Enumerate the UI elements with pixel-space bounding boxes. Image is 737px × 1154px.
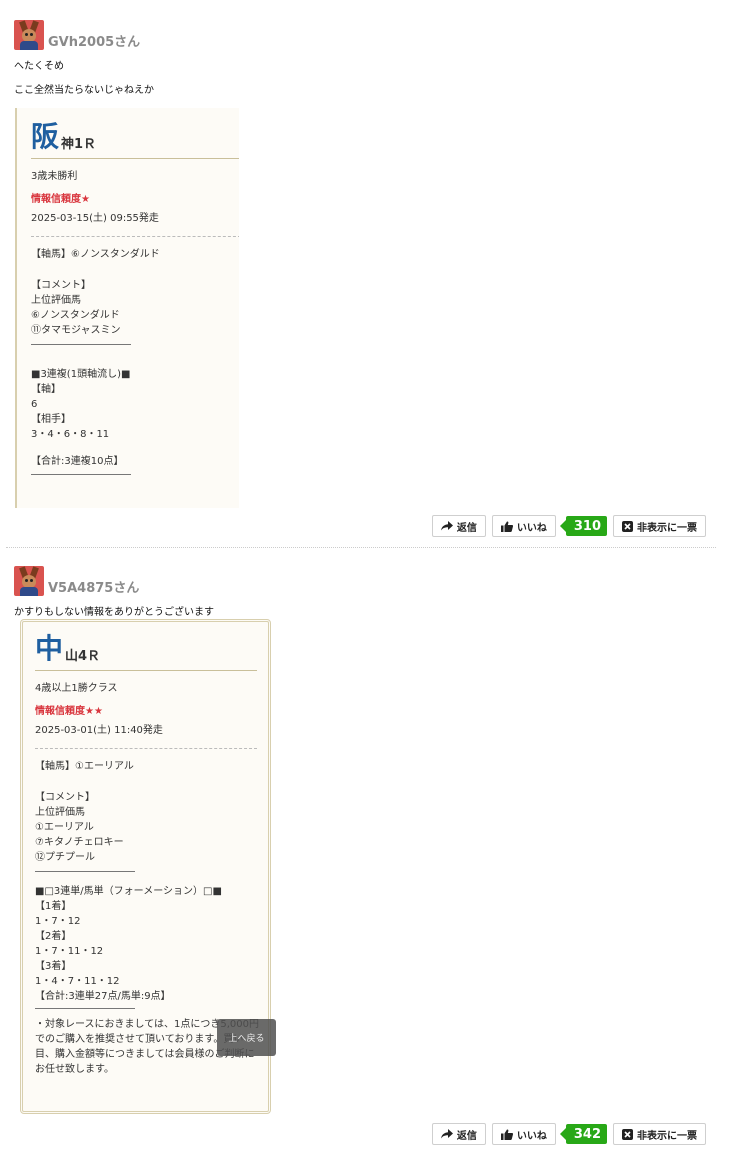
comment-line: 上位評価馬 bbox=[31, 295, 81, 306]
reply-button[interactable]: 返信 bbox=[431, 1123, 486, 1145]
bet-line: ■□3連単/馬単（フォーメーション）□■ bbox=[35, 886, 222, 897]
share-arrow-icon bbox=[440, 1129, 453, 1139]
back-to-top-button[interactable]: 上へ戻る bbox=[217, 1019, 276, 1056]
post-actions: 返信 いいね 342 非表示に一票 bbox=[431, 1123, 706, 1145]
rule bbox=[35, 871, 135, 872]
comment-line: ⑪タマモジャスミン bbox=[31, 325, 121, 336]
race-info-image: 阪 神1Ｒ 3歳未勝利 情報信頼度★ 2025-03-15(土) 09:55発走… bbox=[15, 108, 239, 508]
comment-text: へたくそめ ここ全然当たらないじゃねえか bbox=[14, 61, 154, 96]
user-row: GVh2005さん bbox=[14, 18, 140, 50]
race-class: 4歳以上1勝クラス bbox=[35, 683, 118, 694]
comment-line: 【コメント】 bbox=[31, 280, 91, 291]
bet-line: 【1着】 bbox=[35, 901, 72, 912]
like-count: 310 bbox=[559, 516, 607, 536]
rule bbox=[31, 474, 131, 475]
bet-block: ■□3連単/馬単（フォーメーション）□■ 【1着】 1・7・12 【2着】 1・… bbox=[35, 884, 268, 1004]
racecourse-char: 阪 bbox=[31, 120, 60, 153]
bet-line: 6 bbox=[31, 399, 38, 410]
like-label: いいね bbox=[516, 522, 547, 534]
race-title: 阪 神1Ｒ bbox=[31, 122, 239, 159]
like-button[interactable]: いいね bbox=[491, 1123, 556, 1145]
divider bbox=[35, 748, 257, 749]
comment-block: 【コメント】 上位評価馬 ⑥ノンスタンダルド ⑪タマモジャスミン bbox=[31, 278, 239, 338]
race-number: 神1Ｒ bbox=[61, 137, 97, 152]
rule bbox=[31, 344, 131, 345]
username[interactable]: V5A4875さん bbox=[48, 582, 139, 596]
bet-line: 3・4・6・8・11 bbox=[31, 429, 110, 440]
avatar[interactable] bbox=[14, 20, 44, 50]
avatar[interactable] bbox=[14, 566, 44, 596]
comment-block: 【コメント】 上位評価馬 ①エーリアル ⑦キタノチェロキー ⑫プチプール bbox=[35, 790, 268, 865]
comment-line: 上位評価馬 bbox=[35, 807, 85, 818]
reply-label: 返信 bbox=[456, 522, 477, 534]
like-label: いいね bbox=[516, 1130, 547, 1142]
thumbs-up-icon bbox=[500, 1128, 513, 1140]
hide-vote-label: 非表示に一票 bbox=[637, 522, 697, 534]
hide-vote-label: 非表示に一票 bbox=[637, 1130, 697, 1142]
divider bbox=[31, 236, 239, 237]
race-number: 山4Ｒ bbox=[65, 649, 101, 664]
bet-line: 1・4・7・11・12 bbox=[35, 976, 120, 987]
reply-button[interactable]: 返信 bbox=[431, 515, 486, 537]
start-time: 2025-03-15(土) 09:55発走 bbox=[31, 213, 159, 224]
bet-block: ■3連複(1頭軸流し)■ 【軸】 6 【相手】 3・4・6・8・11 bbox=[31, 367, 239, 442]
like-count: 342 bbox=[559, 1124, 607, 1144]
bet-line: ■3連複(1頭軸流し)■ bbox=[31, 369, 131, 380]
share-arrow-icon bbox=[440, 521, 453, 531]
comment-line: 【コメント】 bbox=[35, 792, 95, 803]
note-line: お任せ致します。 bbox=[35, 1064, 114, 1075]
bet-line: 【合計:3連単27点/馬単:9点】 bbox=[35, 991, 171, 1002]
like-button[interactable]: いいね bbox=[491, 515, 556, 537]
reliability: 情報信頼度★ bbox=[31, 194, 90, 205]
username[interactable]: GVh2005さん bbox=[48, 36, 140, 50]
bet-total: 【合計:3連複10点】 bbox=[31, 456, 124, 467]
hide-x-icon bbox=[622, 520, 633, 532]
axis-horse: 【軸馬】①エーリアル bbox=[35, 761, 134, 772]
reliability: 情報信頼度★★ bbox=[35, 706, 103, 717]
post-separator bbox=[6, 547, 716, 548]
bet-line: 【2着】 bbox=[35, 931, 72, 942]
axis-horse: 【軸馬】⑥ノンスタンダルド bbox=[31, 249, 160, 260]
user-row: V5A4875さん bbox=[14, 564, 139, 596]
bet-line: 1・7・12 bbox=[35, 916, 81, 927]
start-time: 2025-03-01(土) 11:40発走 bbox=[35, 725, 163, 736]
bet-line: 【3着】 bbox=[35, 961, 72, 972]
hide-vote-button[interactable]: 非表示に一票 bbox=[613, 515, 706, 537]
comment-line: ⑫プチプール bbox=[35, 852, 95, 863]
bet-line: 【相手】 bbox=[31, 414, 71, 425]
bet-line: 1・7・11・12 bbox=[35, 946, 104, 957]
comment-line: ⑥ノンスタンダルド bbox=[31, 310, 120, 321]
post-actions: 返信 いいね 310 非表示に一票 bbox=[431, 515, 706, 537]
thumbs-up-icon bbox=[500, 520, 513, 532]
comment-text: かすりもしない情報をありがとうございます bbox=[14, 607, 214, 618]
race-title: 中 山4Ｒ bbox=[35, 634, 257, 671]
hide-x-icon bbox=[622, 1128, 633, 1140]
hide-vote-button[interactable]: 非表示に一票 bbox=[613, 1123, 706, 1145]
reply-label: 返信 bbox=[456, 1130, 477, 1142]
comment-line: ①エーリアル bbox=[35, 822, 94, 833]
bet-line: 【軸】 bbox=[31, 384, 61, 395]
race-class: 3歳未勝利 bbox=[31, 171, 78, 182]
racecourse-char: 中 bbox=[35, 632, 64, 665]
comment-line: ⑦キタノチェロキー bbox=[35, 837, 124, 848]
rule bbox=[35, 1008, 135, 1009]
